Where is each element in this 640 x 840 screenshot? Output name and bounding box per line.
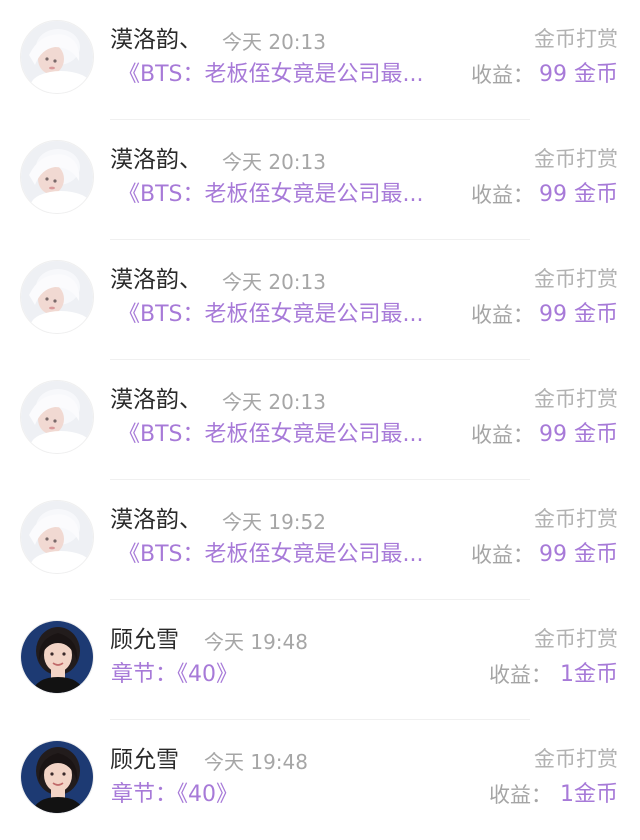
user-name: 漠洛韵、 [110,267,202,293]
avatar[interactable] [20,500,94,574]
user-name: 漠洛韵、 [110,147,202,173]
reward-time: 今天 20:13 [222,150,326,174]
reward-record-item[interactable]: 顾允雪 今天 19:48 金币打赏 章节：《40》 收益： 1金币 [0,720,640,840]
work-title[interactable]: 《BTS：老板侄女竟是公司最... [118,540,423,570]
earnings-value: 99 金币 [539,422,618,447]
white-hair-portrait-icon [21,501,93,573]
reward-record-item[interactable]: 漠洛韵、 今天 20:13 金币打赏 《BTS：老板侄女竟是公司最... 收益：… [0,0,640,120]
earnings-value: 1金币 [560,782,618,807]
earnings-value: 99 金币 [539,62,618,87]
white-hair-portrait-icon [21,21,93,93]
reward-time: 今天 19:52 [222,510,326,534]
reward-record-item[interactable]: 漠洛韵、 今天 19:52 金币打赏 《BTS：老板侄女竟是公司最... 收益：… [0,480,640,600]
work-title[interactable]: 《BTS：老板侄女竟是公司最... [118,300,423,330]
dark-hair-portrait-icon [21,741,93,813]
earnings-label: 收益： [489,663,552,687]
avatar[interactable] [20,140,94,214]
earnings-value: 1金币 [560,662,618,687]
earnings-value: 99 金币 [539,542,618,567]
reward-record-item[interactable]: 顾允雪 今天 19:48 金币打赏 章节：《40》 收益： 1金币 [0,600,640,720]
earnings-label: 收益： [471,543,534,567]
avatar[interactable] [20,20,94,94]
earnings-label: 收益： [471,63,534,87]
earnings-value: 99 金币 [539,182,618,207]
work-title[interactable]: 《BTS：老板侄女竟是公司最... [118,420,423,450]
reward-type: 金币打赏 [534,627,618,651]
reward-type: 金币打赏 [534,27,618,51]
avatar[interactable] [20,380,94,454]
user-name: 顾允雪 [110,627,179,653]
reward-time: 今天 19:48 [204,630,308,654]
reward-record-item[interactable]: 漠洛韵、 今天 20:13 金币打赏 《BTS：老板侄女竟是公司最... 收益：… [0,120,640,240]
reward-type: 金币打赏 [534,507,618,531]
reward-type: 金币打赏 [534,747,618,771]
white-hair-portrait-icon [21,261,93,333]
reward-type: 金币打赏 [534,147,618,171]
reward-time: 今天 20:13 [222,270,326,294]
reward-record-item[interactable]: 漠洛韵、 今天 20:13 金币打赏 《BTS：老板侄女竟是公司最... 收益：… [0,360,640,480]
chapter-title[interactable]: 章节：《40》 [111,660,238,690]
dark-hair-portrait-icon [21,621,93,693]
reward-type: 金币打赏 [534,267,618,291]
earnings-value: 99 金币 [539,302,618,327]
reward-time: 今天 20:13 [222,390,326,414]
work-title[interactable]: 《BTS：老板侄女竟是公司最... [118,180,423,210]
user-name: 漠洛韵、 [110,27,202,53]
user-name: 顾允雪 [110,747,179,773]
earnings-label: 收益： [489,783,552,807]
reward-time: 今天 19:48 [204,750,308,774]
white-hair-portrait-icon [21,381,93,453]
avatar[interactable] [20,740,94,814]
white-hair-portrait-icon [21,141,93,213]
chapter-title[interactable]: 章节：《40》 [111,780,238,810]
avatar[interactable] [20,620,94,694]
earnings-label: 收益： [471,423,534,447]
earnings-label: 收益： [471,303,534,327]
reward-type: 金币打赏 [534,387,618,411]
avatar[interactable] [20,260,94,334]
reward-record-item[interactable]: 漠洛韵、 今天 20:13 金币打赏 《BTS：老板侄女竟是公司最... 收益：… [0,240,640,360]
user-name: 漠洛韵、 [110,507,202,533]
reward-time: 今天 20:13 [222,30,326,54]
earnings-label: 收益： [471,183,534,207]
user-name: 漠洛韵、 [110,387,202,413]
work-title[interactable]: 《BTS：老板侄女竟是公司最... [118,60,423,90]
reward-record-list: 漠洛韵、 今天 20:13 金币打赏 《BTS：老板侄女竟是公司最... 收益：… [0,0,640,826]
